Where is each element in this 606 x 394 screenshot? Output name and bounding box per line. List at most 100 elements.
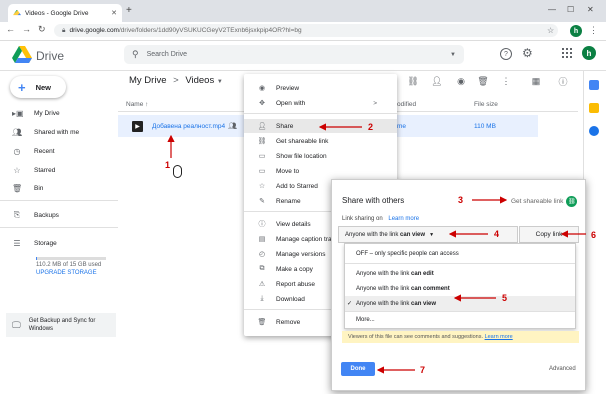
menu-item-get-link[interactable]: ⛓︎ Get shareable link xyxy=(244,134,397,148)
account-avatar[interactable]: h xyxy=(582,46,596,60)
browser-menu-icon[interactable]: ⋮ xyxy=(589,25,598,36)
sidebar-item-recent[interactable]: ◷ Recent xyxy=(12,144,55,158)
done-button[interactable]: Done xyxy=(341,362,375,376)
help-icon[interactable]: ? xyxy=(500,48,512,60)
menu-item-move-to[interactable]: ▭ Move to xyxy=(244,164,397,178)
link-toggle-icon[interactable]: ⛓︎ xyxy=(566,196,578,207)
person-add-icon[interactable]: 👤︎ xyxy=(431,75,443,87)
link-icon[interactable]: ⛓︎ xyxy=(407,75,419,87)
forward-icon[interactable]: → xyxy=(22,24,31,34)
column-file-size[interactable]: File size xyxy=(474,101,498,108)
link-sharing-status: Link sharing on Learn more xyxy=(342,216,419,222)
option-off[interactable]: OFF – only specific people can access xyxy=(345,246,575,261)
option-text: Anyone with the link xyxy=(356,300,410,307)
annotation-7: 7 xyxy=(420,365,426,375)
learn-more-link[interactable]: Learn more xyxy=(388,216,419,222)
reload-icon[interactable]: ↻ xyxy=(38,24,46,35)
settings-gear-icon[interactable]: ⚙ xyxy=(522,46,533,60)
upgrade-storage-link[interactable]: UPGRADE STORAGE xyxy=(36,270,97,276)
lock-icon: 🔒︎ xyxy=(62,26,66,34)
back-icon[interactable]: ← xyxy=(6,24,15,34)
open-with-icon: ✥ xyxy=(259,100,265,107)
dialog-title: Share with others xyxy=(342,196,405,205)
calendar-icon[interactable] xyxy=(589,80,599,90)
copy-icon: ⧉ xyxy=(259,265,265,272)
profile-avatar[interactable]: h xyxy=(570,25,582,37)
shared-icon: 👥︎ xyxy=(12,127,23,137)
apps-grid-icon[interactable] xyxy=(562,48,572,58)
breadcrumb-current[interactable]: Videos xyxy=(185,75,214,86)
file-name[interactable]: Добавена реалност.mp4 xyxy=(152,123,225,130)
chevron-down-icon[interactable]: ▼ xyxy=(217,79,223,85)
menu-item-label: Open with xyxy=(276,99,306,107)
dropdown-prefix: Anyone with the link xyxy=(345,231,399,238)
delete-icon[interactable]: 🗑︎ xyxy=(477,75,489,87)
address-bar[interactable]: 🔒︎ drive.google.com /drive/folders/1dd90… xyxy=(54,24,558,37)
advanced-link[interactable]: Advanced xyxy=(549,366,576,372)
option-bold: can view xyxy=(411,300,437,307)
option-text: Anyone with the link xyxy=(356,270,410,277)
minimize-icon[interactable]: — xyxy=(548,5,556,14)
option-can-view[interactable]: ✓ Anyone with the link can view xyxy=(345,296,575,311)
menu-item-label: Manage versions xyxy=(276,250,326,258)
url-host: drive.google.com xyxy=(69,27,119,34)
new-tab-button[interactable]: + xyxy=(126,5,132,16)
sidebar-item-backups[interactable]: ⎘ Backups xyxy=(12,208,59,222)
warning-learn-more-link[interactable]: Learn more xyxy=(485,334,513,340)
folder-icon: ▭ xyxy=(258,153,266,160)
option-text: Anyone with the link xyxy=(356,285,410,292)
browser-tab[interactable]: Videos - Google Drive ✕ xyxy=(8,4,122,22)
maximize-icon[interactable]: ☐ xyxy=(567,5,574,14)
menu-item-label: Add to Starred xyxy=(276,182,318,190)
sidebar-item-starred[interactable]: ☆ Starred xyxy=(12,163,55,177)
option-can-edit[interactable]: Anyone with the link can edit xyxy=(345,266,575,281)
eye-icon: ◉ xyxy=(258,85,266,92)
details-info-icon[interactable]: ⓘ xyxy=(557,75,569,87)
option-can-comment[interactable]: Anyone with the link can comment xyxy=(345,281,575,296)
breadcrumb-root[interactable]: My Drive xyxy=(129,75,166,86)
backup-promo[interactable]: 🖵︎ Get Backup and Sync for Windows xyxy=(6,313,116,337)
menu-item-preview[interactable]: ◉ Preview xyxy=(244,81,397,95)
option-more[interactable]: More... xyxy=(345,312,575,327)
menu-item-show-location[interactable]: ▭ Show file location xyxy=(244,149,397,163)
bookmark-star-icon[interactable]: ☆ xyxy=(547,26,554,35)
menu-item-open-with[interactable]: ✥ Open with > xyxy=(244,96,397,110)
sidebar-item-shared[interactable]: 👥︎ Shared with me xyxy=(12,125,79,139)
sidebar-divider xyxy=(0,227,118,228)
file-modified: me xyxy=(397,123,407,130)
search-input[interactable]: ⚲ Search Drive ▼ xyxy=(124,45,464,64)
close-tab-icon[interactable]: ✕ xyxy=(111,9,117,17)
grid-view-icon[interactable]: ▦ xyxy=(530,75,542,87)
copy-link-button[interactable]: Copy link xyxy=(519,226,579,243)
menu-item-label: Report abuse xyxy=(276,280,316,288)
get-link-label: Get shareable link xyxy=(511,198,564,205)
menu-item-share[interactable]: 👤︎ Share xyxy=(244,119,397,133)
keep-icon[interactable] xyxy=(589,103,599,113)
link-access-dropdown[interactable]: Anyone with the link can view ▼ xyxy=(338,226,518,243)
tasks-icon[interactable] xyxy=(589,126,599,136)
menu-item-label: Move to xyxy=(276,167,300,175)
plus-icon: + xyxy=(18,79,26,95)
preview-eye-icon[interactable]: ◉ xyxy=(455,75,467,87)
menu-item-label: Manage caption tra xyxy=(276,235,332,243)
column-modified[interactable]: odified xyxy=(397,101,416,108)
new-button[interactable]: + New xyxy=(10,76,66,98)
sidebar-item-my-drive[interactable]: ▸▣ My Drive xyxy=(12,106,60,120)
annotation-1: 1 xyxy=(165,160,171,170)
sidebar-item-bin[interactable]: 🗑︎ Bin xyxy=(12,181,43,195)
sidebar-item-storage[interactable]: ☰ Storage xyxy=(12,236,56,250)
search-options-icon[interactable]: ▼ xyxy=(450,52,456,58)
new-button-label: New xyxy=(35,82,52,92)
more-vert-icon[interactable]: ⋮ xyxy=(500,75,512,87)
search-placeholder: Search Drive xyxy=(146,51,188,58)
column-name[interactable]: Name ↑ xyxy=(126,101,148,108)
shared-people-icon: 👥︎ xyxy=(228,123,237,130)
get-shareable-link[interactable]: Get shareable link ⛓︎ xyxy=(511,196,578,207)
download-icon: ⤓ xyxy=(260,295,264,302)
annotation-3: 3 xyxy=(458,195,464,205)
access-options-list: OFF – only specific people can access An… xyxy=(344,243,576,329)
close-window-icon[interactable]: ✕ xyxy=(587,5,594,14)
menu-divider xyxy=(244,113,397,114)
menu-item-label: Make a copy xyxy=(276,265,313,273)
menu-item-label: Share xyxy=(276,122,294,130)
